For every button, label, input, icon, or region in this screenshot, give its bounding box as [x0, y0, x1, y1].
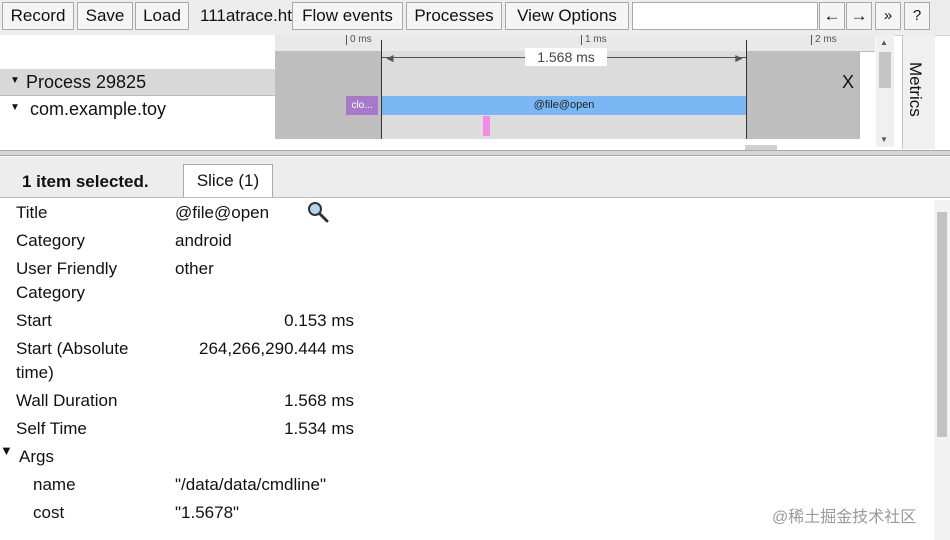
user-friendly-category-label: User Friendly Category: [16, 259, 118, 302]
flow-events-button[interactable]: Flow events: [292, 2, 403, 30]
record-button[interactable]: Record: [2, 2, 74, 30]
toolbar: Record Save Load 111atrace.html Flow eve…: [0, 0, 950, 36]
scroll-up-icon[interactable]: ▲: [880, 38, 888, 47]
search-icon[interactable]: [306, 200, 330, 229]
save-button[interactable]: Save: [77, 2, 133, 30]
user-friendly-category-value: other: [175, 259, 214, 278]
wall-duration-value: 1.568 ms: [284, 391, 354, 410]
tab-slice[interactable]: Slice (1): [183, 164, 273, 197]
title-value: @file@open: [175, 203, 270, 222]
slice-marker[interactable]: [483, 116, 490, 136]
start-value: 0.153 ms: [284, 311, 354, 330]
arrow-right-icon: ►: [733, 51, 745, 65]
close-process-button[interactable]: X: [842, 72, 854, 92]
process-row[interactable]: ▼ Process 29825: [0, 69, 275, 96]
arrow-left-icon: ←: [823, 6, 841, 25]
arg-name-value: "/data/data/cmdline": [175, 475, 326, 494]
triangle-down-icon[interactable]: ▼: [0, 443, 13, 458]
slice-clo[interactable]: clo...: [346, 96, 378, 115]
range-start-line[interactable]: [381, 40, 382, 139]
tick-label: 0 ms: [346, 35, 372, 45]
unselected-range-shade: [747, 51, 860, 139]
thread-name: com.example.toy: [30, 99, 167, 119]
slice-selected[interactable]: @file@open: [382, 96, 746, 115]
more-button[interactable]: »: [875, 2, 901, 30]
unselected-range-shade: [275, 51, 382, 139]
scroll-down-icon[interactable]: ▼: [880, 135, 888, 144]
view-options-button[interactable]: View Options: [505, 2, 629, 30]
range-duration-label: 1.568 ms: [525, 48, 607, 66]
help-button[interactable]: ?: [904, 2, 930, 30]
tick-label: 1 ms: [581, 35, 607, 45]
selection-summary: 1 item selected.: [22, 172, 149, 191]
nav-left-button[interactable]: ←: [819, 2, 845, 30]
arg-cost-label: cost: [33, 503, 65, 522]
triangle-down-icon[interactable]: ▼: [10, 103, 20, 113]
self-time-value: 1.534 ms: [284, 419, 354, 438]
tick-label: 2 ms: [811, 35, 837, 45]
load-button[interactable]: Load: [135, 2, 189, 30]
panel-divider[interactable]: [0, 150, 950, 156]
process-band: [275, 69, 860, 95]
trace-title: 111atrace.html: [200, 6, 292, 25]
title-label: Title: [16, 203, 48, 222]
category-value: android: [175, 231, 232, 250]
triangle-down-icon[interactable]: ▼: [10, 76, 20, 86]
process-name: Process 29825: [26, 72, 147, 92]
panel-scrollbar-thumb[interactable]: [937, 212, 947, 437]
watermark: @稀土掘金技术社区: [772, 509, 917, 526]
category-label: Category: [16, 231, 85, 250]
nav-right-button[interactable]: →: [846, 2, 872, 30]
metrics-label: Metrics: [906, 62, 925, 117]
arrow-left-icon: ◄: [384, 51, 396, 65]
thread-row[interactable]: ▼ com.example.toy: [0, 96, 275, 122]
args-label[interactable]: Args: [19, 445, 169, 469]
arrow-right-icon: →: [850, 6, 868, 25]
arg-cost-value: "1.5678": [175, 503, 240, 522]
start-absolute-value: 264,266,290.444 ms: [198, 339, 354, 358]
processes-button[interactable]: Processes: [406, 2, 502, 30]
timeline-scrollbar-thumb[interactable]: [879, 52, 891, 88]
range-end-line[interactable]: [746, 40, 747, 139]
search-field[interactable]: [632, 2, 818, 30]
arg-name-label: name: [33, 475, 76, 494]
